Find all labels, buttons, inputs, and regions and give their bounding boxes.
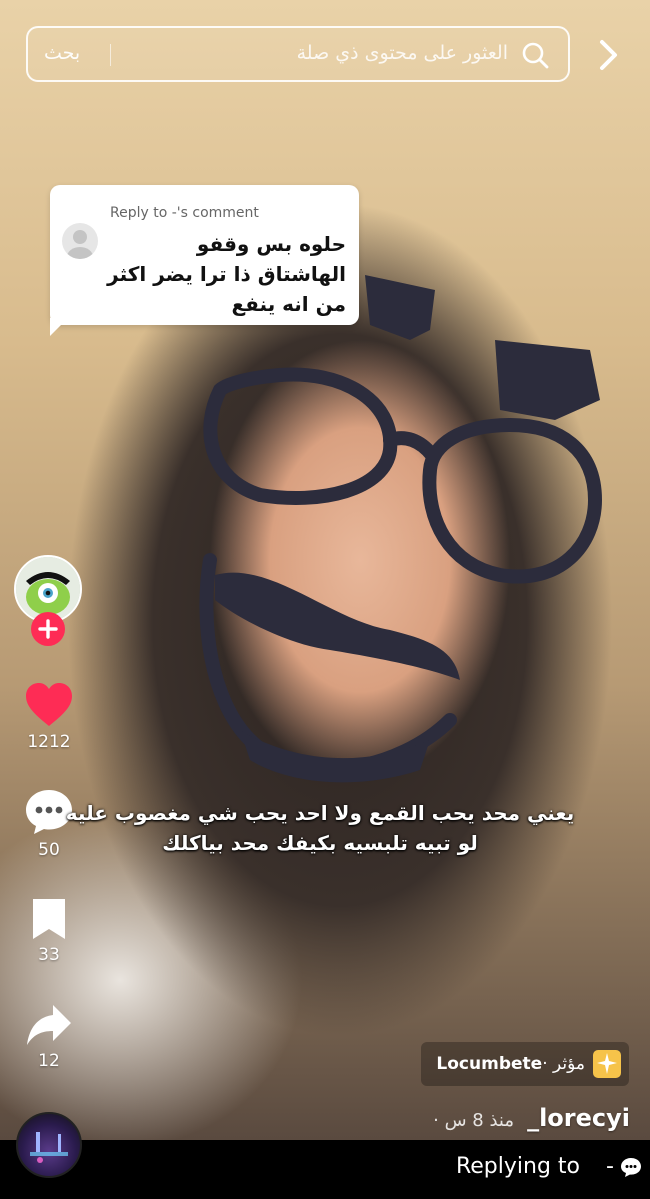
plus-icon (38, 619, 58, 639)
reply-comment-text: حلوه بس وقفو الهاشتاق ذا ترا يضر اكثر من… (107, 232, 346, 316)
chevron-right-icon[interactable] (598, 38, 620, 72)
bottom-reply-bar[interactable]: Replying to - (0, 1140, 650, 1199)
author-username[interactable]: lorecyi_ (527, 1104, 630, 1132)
chat-bubble-icon (621, 1158, 641, 1177)
replying-to-user: - (606, 1154, 614, 1179)
search-button[interactable]: بحث (44, 42, 80, 64)
commenter-avatar (62, 223, 98, 259)
reply-comment-sticker[interactable]: Reply to -'s comment حلوه بس وقفو الهاشت… (50, 185, 359, 325)
sparkle-icon (597, 1053, 617, 1074)
post-time: منذ 8 س · (433, 1110, 514, 1131)
reply-sticker-tail (50, 318, 68, 336)
search-icon[interactable] (520, 40, 550, 70)
author-row: lorecyi_ منذ 8 س · (433, 1104, 630, 1132)
caption-line-2: لو تبيه تلبسيه بكيفك محد بياكلك (162, 831, 478, 855)
bookmark-button[interactable]: 33 (12, 897, 86, 965)
search-bar[interactable]: بحث العثور على محتوى ذي صلة (26, 26, 570, 82)
default-avatar-icon (67, 230, 93, 259)
effect-name: Locumbete (436, 1054, 543, 1074)
sound-cover-image (30, 1132, 68, 1163)
reply-header: Reply to -'s comment (110, 205, 259, 221)
bookmark-count: 33 (38, 945, 60, 965)
like-count: 1212 (27, 732, 71, 752)
sound-disc[interactable] (16, 1112, 82, 1178)
effect-prefix: مؤثر · (542, 1054, 585, 1074)
caption-line-1: يعني محد يحب القمع ولا احد يحب شي مغصوب … (65, 801, 575, 825)
effect-chip[interactable]: مؤثر ·Locumbete (421, 1042, 629, 1086)
share-count: 12 (38, 1051, 60, 1071)
follow-button[interactable] (31, 612, 65, 646)
video-caption: يعني محد يحب القمع ولا احد يحب شي مغصوب … (30, 798, 610, 858)
search-divider (110, 44, 111, 66)
video-overlay-drawing (199, 275, 603, 783)
search-input[interactable]: العثور على محتوى ذي صلة (297, 42, 508, 64)
effect-label: مؤثر ·Locumbete (436, 1054, 585, 1074)
effect-sparkle-icon (593, 1050, 621, 1078)
share-button[interactable]: 12 (12, 1003, 86, 1071)
replying-to-label: Replying to (455, 1154, 580, 1179)
like-button[interactable]: 1212 (12, 682, 86, 752)
heart-icon (26, 683, 72, 726)
bookmark-icon (33, 899, 65, 939)
share-icon (27, 1005, 71, 1045)
